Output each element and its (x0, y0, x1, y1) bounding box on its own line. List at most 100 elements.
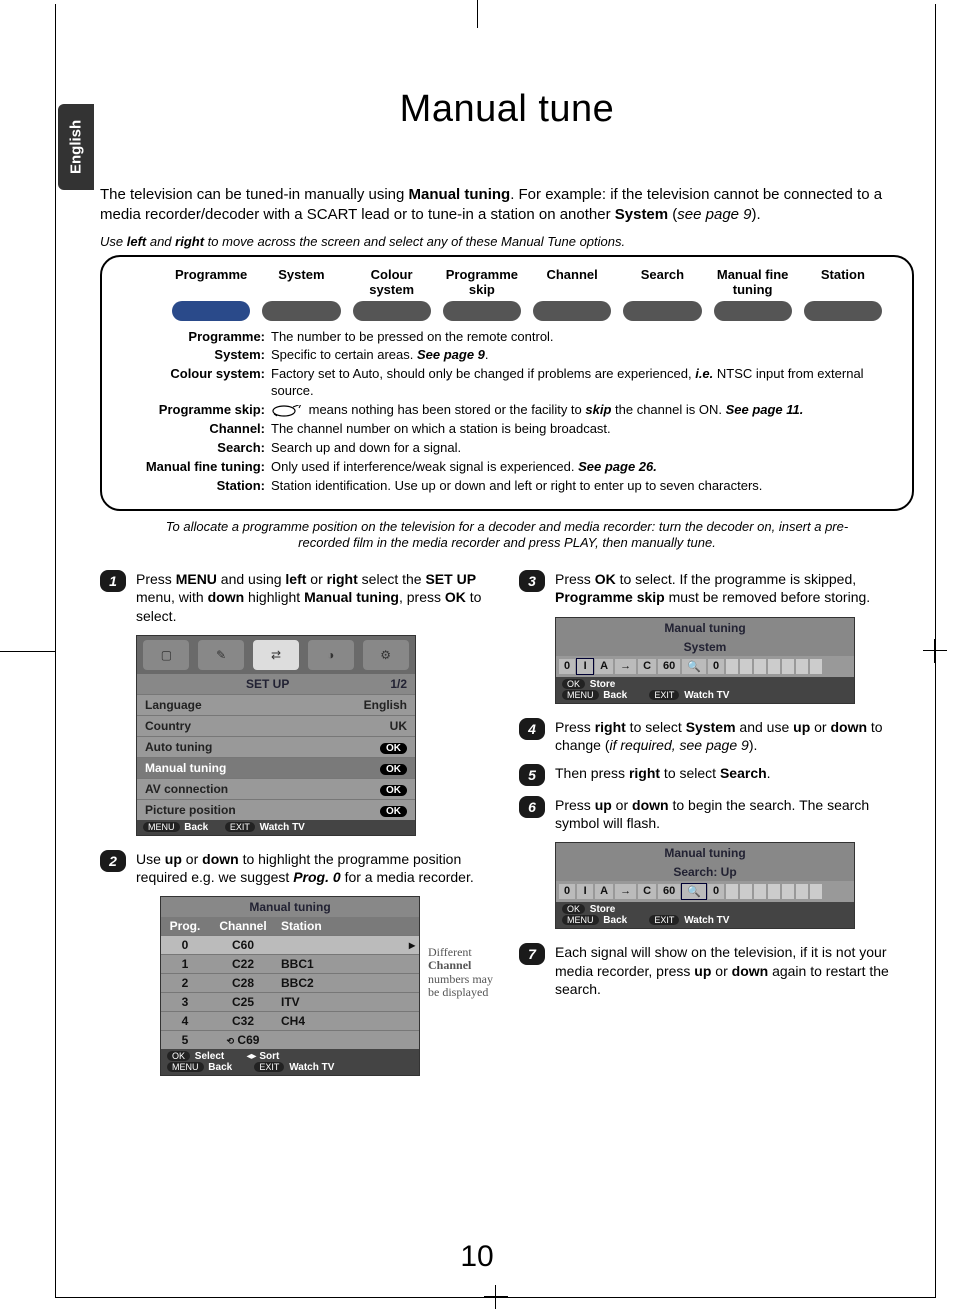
step-number-icon: 6 (519, 796, 545, 818)
def-label: Search: (116, 440, 271, 457)
definitions: Programme:The number to be pressed on th… (116, 329, 898, 495)
tab-label: Manual fine tuning (708, 267, 798, 297)
def-text: The number to be pressed on the remote c… (271, 329, 898, 346)
allocation-note: To allocate a programme position on the … (160, 519, 854, 553)
t: and (146, 234, 175, 249)
t: left (127, 234, 147, 249)
osd-cell: 60 (658, 659, 680, 674)
osd-row: Picture positionOK (137, 799, 415, 820)
text: ). (752, 206, 761, 223)
osd-cell-empty (810, 659, 822, 674)
step-7: 7 Each signal will show on the televisio… (519, 943, 914, 998)
osd-cell: 60 (658, 884, 680, 899)
tab-label: Programme (166, 267, 256, 282)
step-number-icon: 2 (100, 850, 126, 872)
osd-cell-empty (740, 659, 752, 674)
osd-bar: 0IA→C60🔍0 (556, 656, 854, 677)
def-label: Manual fine tuning: (116, 459, 271, 476)
osd-cell: 0 (559, 884, 575, 899)
pill (623, 301, 701, 321)
step-text: Press up or down to begin the search. Th… (555, 796, 914, 832)
osd-cell: → (615, 659, 636, 674)
step-4: 4 Press right to select System and use u… (519, 718, 914, 754)
info-tabs-pills (116, 301, 898, 329)
t: Back (184, 822, 208, 833)
t: to move across the screen and select any… (204, 234, 625, 249)
osd-icon: ⚙ (363, 640, 409, 670)
step-6: 6 Press up or down to begin the search. … (519, 796, 914, 832)
step-text: Then press right to select Search. (555, 764, 914, 782)
def-text: Search up and down for a signal. (271, 440, 898, 457)
def-row: Search:Search up and down for a signal. (116, 440, 898, 457)
t: Store (590, 904, 616, 915)
ok-btn-icon: OK (562, 679, 585, 689)
text-italic: see page 9 (677, 206, 751, 223)
handwritten-note: Different Channel numbers may be display… (428, 946, 498, 999)
def-label: Programme skip: (116, 402, 271, 419)
def-text: Station identification. Use up or down a… (271, 478, 898, 495)
t: Watch TV (684, 915, 729, 926)
pill (804, 301, 882, 321)
intro-note: Use left and right to move across the sc… (100, 234, 914, 249)
def-row: Programme skip: means nothing has been s… (116, 402, 898, 419)
osd-cell: C (638, 659, 656, 674)
page-title: Manual tune (100, 88, 914, 131)
def-row: Station:Station identification. Use up o… (116, 478, 898, 495)
exit-btn-icon: EXIT (225, 822, 255, 832)
def-label: System: (116, 347, 271, 364)
tab-label: System (256, 267, 346, 282)
osd-bar: 0IA→C60🔍0 (556, 881, 854, 902)
tab-label: Channel (527, 267, 617, 282)
osd-cell: I (577, 884, 593, 899)
pill (172, 301, 250, 321)
def-label: Programme: (116, 329, 271, 346)
osd-icon: ✎ (198, 640, 244, 670)
step-number-icon: 5 (519, 764, 545, 786)
osd-cell-empty (768, 659, 780, 674)
def-row: Colour system:Factory set to Auto, shoul… (116, 366, 898, 400)
menu-btn-icon: MENU (167, 1062, 204, 1072)
t: Sort (259, 1051, 279, 1062)
info-tabs-header: Programme System Colour system Programme… (116, 267, 898, 297)
table-row: 5⟲ C69 (161, 1030, 419, 1049)
osd-title: Manual tuning (664, 846, 745, 860)
step-number-icon: 7 (519, 943, 545, 965)
language-tab: English (58, 104, 94, 190)
osd-cell-empty (782, 884, 794, 899)
osd-cell: 0 (708, 884, 724, 899)
def-text: Specific to certain areas. See page 9. (271, 347, 898, 364)
table-row: 3C25ITV (161, 992, 419, 1011)
osd-title: Manual tuning (664, 621, 745, 635)
step-number-icon: 1 (100, 570, 126, 592)
exit-btn-icon: EXIT (254, 1062, 284, 1072)
tab-label: Search (617, 267, 707, 282)
page-number: 10 (460, 1240, 493, 1274)
def-row: Programme:The number to be pressed on th… (116, 329, 898, 346)
t: Watch TV (289, 1062, 334, 1073)
osd-cell: 0 (708, 659, 724, 674)
t: Back (208, 1062, 232, 1073)
def-text: Factory set to Auto, should only be chan… (271, 366, 898, 400)
osd-search-screen: Manual tuning Search: Up 0IA→C60🔍0 OK St… (555, 842, 855, 929)
pill (443, 301, 521, 321)
osd-cell: 0 (559, 659, 575, 674)
osd-icon: ◑ (308, 640, 354, 670)
intro-paragraph: The television can be tuned-in manually … (100, 185, 914, 226)
osd-page: 1/2 (390, 677, 407, 691)
t: Watch TV (260, 822, 305, 833)
exit-btn-icon: EXIT (649, 690, 679, 700)
step-number-icon: 4 (519, 718, 545, 740)
th: Prog. (161, 917, 209, 935)
step-1: 1 Press MENU and using left or right sel… (100, 570, 495, 625)
table-row: 4C32CH4 (161, 1011, 419, 1030)
step-3: 3 Press OK to select. If the programme i… (519, 570, 914, 606)
step-number-icon: 3 (519, 570, 545, 592)
t: Watch TV (684, 690, 729, 701)
th: Channel (209, 917, 277, 935)
tab-label: Station (798, 267, 888, 282)
tab-label: Programme skip (437, 267, 527, 297)
text: ( (668, 206, 677, 223)
t: Store (590, 679, 616, 690)
exit-btn-icon: EXIT (649, 915, 679, 925)
pill (262, 301, 340, 321)
